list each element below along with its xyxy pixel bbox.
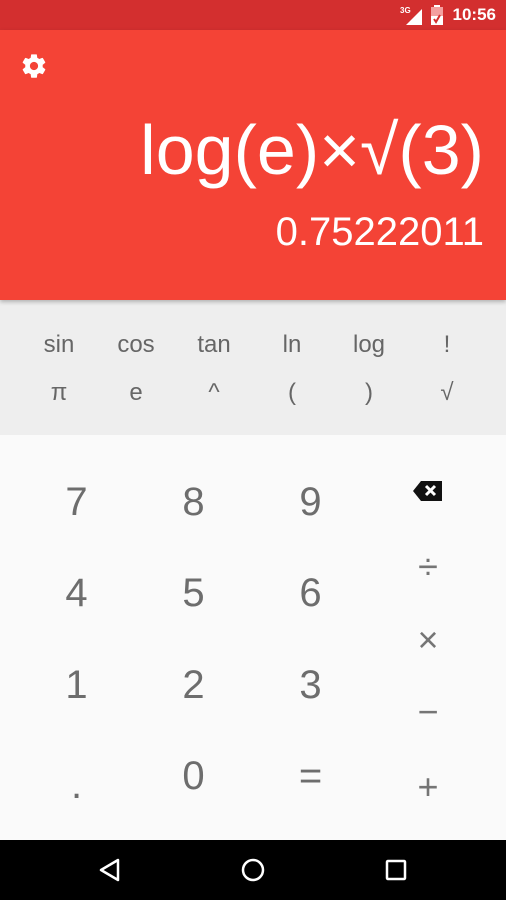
digit-2-button[interactable]: 2 [135, 655, 252, 715]
sqrt-button[interactable]: √ [408, 373, 486, 413]
digit-7-button[interactable]: 7 [18, 472, 135, 532]
factorial-button[interactable]: ! [408, 325, 486, 365]
plus-button[interactable]: + [390, 762, 466, 812]
numpad: 7 8 9 4 5 6 1 2 3 . 0 = ÷ × − + [0, 435, 506, 840]
digit-8-button[interactable]: 8 [135, 472, 252, 532]
status-bar: 3G 10:56 [0, 0, 506, 30]
digit-4-button[interactable]: 4 [18, 563, 135, 623]
e-button[interactable]: e [97, 373, 175, 413]
digit-0-button[interactable]: 0 [135, 746, 252, 806]
divide-button[interactable]: ÷ [390, 542, 466, 592]
advanced-panel: sin cos tan ln log ! π e ^ ( ) √ [0, 300, 506, 435]
recents-icon[interactable] [382, 856, 410, 884]
power-button[interactable]: ^ [175, 373, 253, 413]
decimal-button[interactable]: . [18, 755, 135, 815]
display-panel: log(e)×√(3) 0.75222011 [0, 30, 506, 300]
open-paren-button[interactable]: ( [253, 373, 331, 413]
cos-button[interactable]: cos [97, 325, 175, 365]
back-icon[interactable] [96, 856, 124, 884]
equals-button[interactable]: = [252, 746, 369, 806]
digit-5-button[interactable]: 5 [135, 563, 252, 623]
ln-button[interactable]: ln [253, 325, 331, 365]
signal-3g-icon: 3G [400, 6, 422, 25]
tan-button[interactable]: tan [175, 325, 253, 365]
navigation-bar [0, 840, 506, 900]
pi-button[interactable]: π [20, 373, 98, 413]
battery-icon [431, 5, 443, 25]
digit-9-button[interactable]: 9 [252, 472, 369, 532]
advanced-row-2: π e ^ ( ) √ [0, 373, 506, 413]
status-time: 10:56 [452, 5, 496, 24]
svg-text:3G: 3G [400, 6, 411, 15]
sin-button[interactable]: sin [20, 325, 98, 365]
digit-3-button[interactable]: 3 [252, 655, 369, 715]
log-button[interactable]: log [330, 325, 408, 365]
digit-1-button[interactable]: 1 [18, 655, 135, 715]
gear-icon[interactable] [20, 52, 48, 80]
minus-button[interactable]: − [390, 687, 466, 737]
digit-6-button[interactable]: 6 [252, 563, 369, 623]
home-icon[interactable] [239, 856, 267, 884]
advanced-row-1: sin cos tan ln log ! [0, 325, 506, 365]
formula-display[interactable]: log(e)×√(3) [140, 110, 484, 190]
result-display: 0.75222011 [275, 210, 484, 254]
backspace-icon[interactable] [412, 479, 444, 503]
multiply-button[interactable]: × [390, 615, 466, 665]
close-paren-button[interactable]: ) [330, 373, 408, 413]
